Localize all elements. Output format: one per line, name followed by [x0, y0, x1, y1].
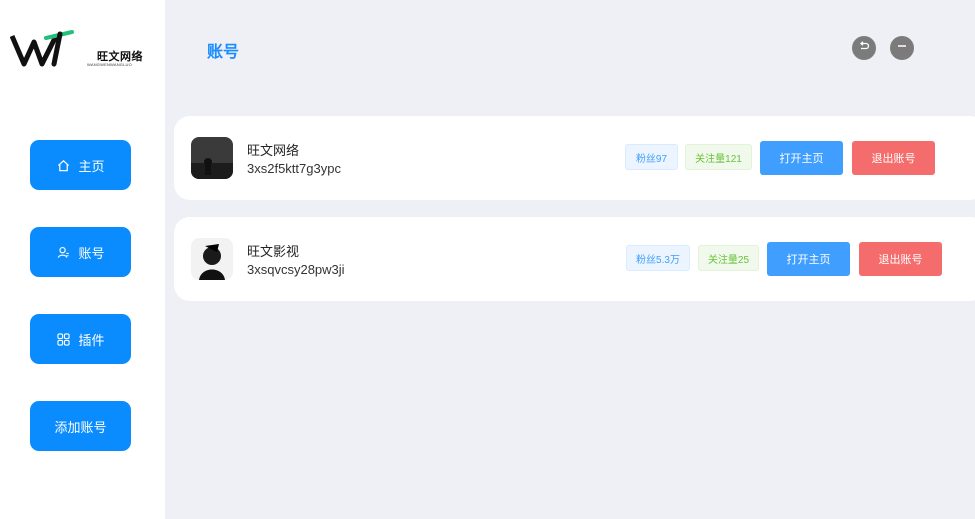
page-title: 账号 [207, 44, 240, 61]
account-name: 旺文网络 [247, 143, 300, 158]
logo-mark [10, 30, 74, 67]
logout-button[interactable]: 退出账号 [859, 242, 942, 276]
account-name: 旺文影视 [247, 244, 300, 259]
back-button[interactable] [852, 36, 876, 60]
undo-icon [858, 39, 870, 57]
home-icon [56, 158, 70, 172]
minimize-button[interactable] [890, 36, 914, 60]
logo-subtext: WANGWENWANGLUO [87, 62, 132, 67]
open-homepage-button[interactable]: 打开主页 [767, 242, 850, 276]
user-icon [56, 245, 70, 259]
sidebar-item-account[interactable]: 账号 [30, 227, 131, 277]
sidebar-item-label: 账号 [78, 245, 105, 261]
grid-icon [56, 332, 70, 346]
fans-badge: 粉丝97 [625, 144, 678, 170]
follows-badge: 关注量25 [698, 245, 759, 271]
logo: 旺文网络 WANGWENWANGLUO [10, 28, 150, 72]
avatar [191, 238, 233, 280]
add-account-label: 添加账号 [54, 419, 107, 435]
avatar [191, 137, 233, 179]
account-card: 旺文网络 3xs2f5ktt7g3ypc 粉丝97 关注量121 打开主页 退出… [174, 116, 975, 200]
sidebar-item-home[interactable]: 主页 [30, 140, 131, 190]
sidebar-item-plugins[interactable]: 插件 [30, 314, 131, 364]
account-id: 3xsqvcsy28pw3ji [247, 262, 345, 277]
follows-badge: 关注量121 [685, 144, 752, 170]
account-id: 3xs2f5ktt7g3ypc [247, 161, 341, 176]
sidebar: 旺文网络 WANGWENWANGLUO 主页 账号 插件 添加账号 [0, 0, 165, 519]
fans-badge: 粉丝5.3万 [626, 245, 690, 271]
logout-button[interactable]: 退出账号 [852, 141, 935, 175]
main-content: 账号 旺文网络 3xs2f5ktt7g3ypc 粉丝97 关注量121 打开主页… [165, 0, 975, 519]
sidebar-item-label: 插件 [78, 332, 105, 348]
add-account-button[interactable]: 添加账号 [30, 401, 131, 451]
sidebar-item-label: 主页 [78, 158, 105, 174]
account-card: 旺文影视 3xsqvcsy28pw3ji 粉丝5.3万 关注量25 打开主页 退… [174, 217, 975, 301]
open-homepage-button[interactable]: 打开主页 [760, 141, 843, 175]
minimize-icon [896, 39, 908, 57]
